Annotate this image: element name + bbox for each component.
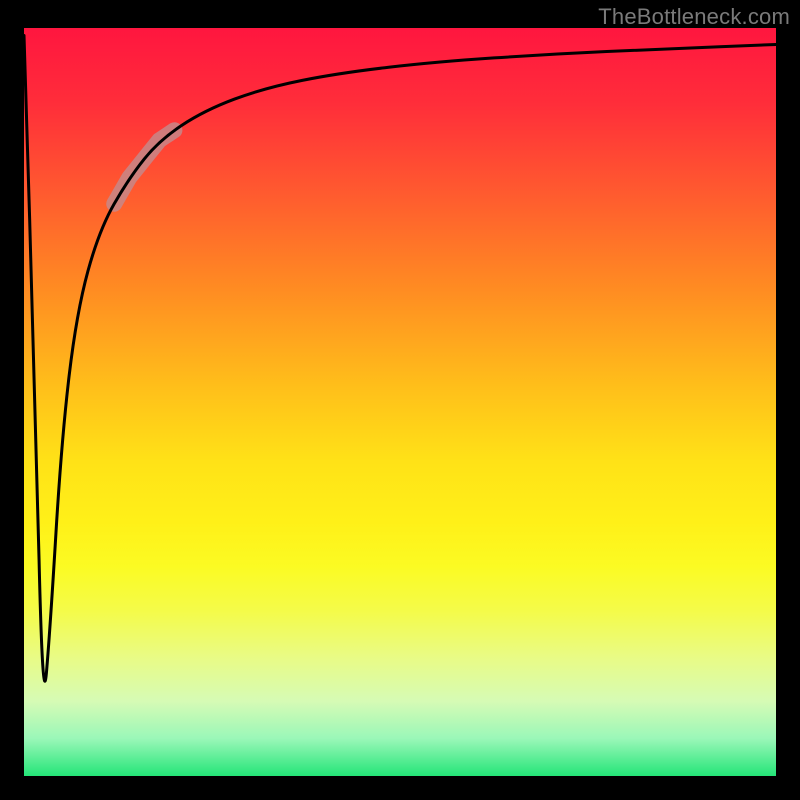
plot-area (24, 28, 776, 776)
highlight-segment (114, 130, 174, 204)
curve-layer (24, 28, 776, 776)
bottleneck-curve (24, 35, 776, 681)
chart-frame: TheBottleneck.com (0, 0, 800, 800)
watermark-text: TheBottleneck.com (598, 4, 790, 30)
